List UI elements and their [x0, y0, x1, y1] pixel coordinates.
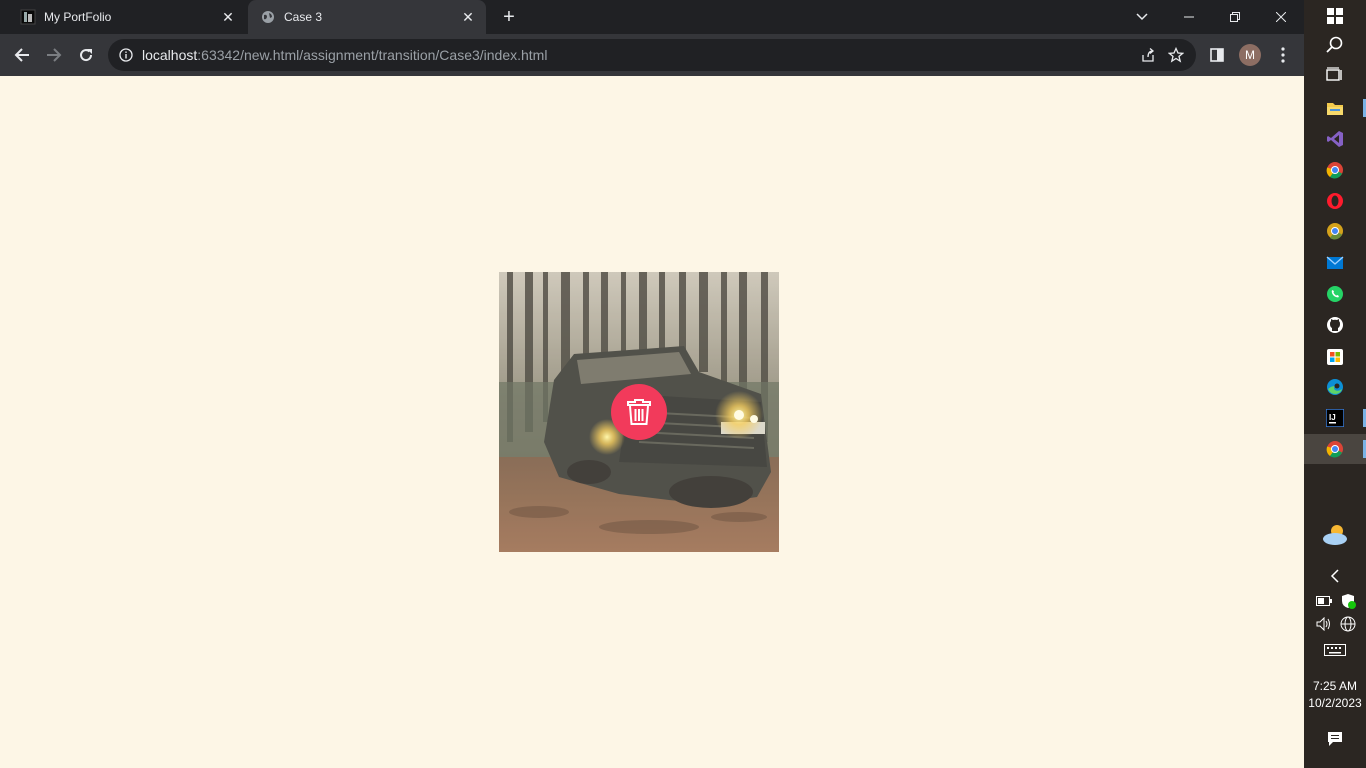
close-icon[interactable]: ✕ — [458, 7, 478, 27]
chrome-active-icon[interactable] — [1323, 437, 1347, 461]
page-viewport — [0, 76, 1304, 768]
clock[interactable]: 7:25 AM 10/2/2023 — [1304, 678, 1366, 712]
intellij-icon[interactable]: IJ — [1323, 406, 1347, 430]
security-shield-icon[interactable] — [1336, 589, 1360, 613]
minimize-icon[interactable] — [1166, 0, 1212, 34]
microsoft-store-icon[interactable] — [1323, 345, 1347, 369]
side-panel-icon[interactable] — [1201, 39, 1233, 71]
battery-icon[interactable] — [1312, 589, 1336, 613]
browser-window: My PortFolio ✕ Case 3 ✕ + localhost:6334… — [0, 0, 1304, 768]
svg-text:IJ: IJ — [1329, 413, 1336, 422]
keyboard-icon[interactable] — [1323, 638, 1347, 662]
tab-title: Case 3 — [284, 10, 323, 24]
network-globe-icon[interactable] — [1336, 612, 1360, 636]
tab-my-portfolio[interactable]: My PortFolio ✕ — [8, 0, 246, 34]
site-info-icon[interactable] — [118, 47, 134, 63]
portfolio-favicon-icon — [20, 9, 36, 25]
url-text: localhost:63342/new.html/assignment/tran… — [142, 47, 1134, 63]
task-view-icon[interactable] — [1323, 63, 1347, 87]
clock-time: 7:25 AM — [1312, 679, 1358, 693]
weather-cloud-icon[interactable] — [1320, 520, 1350, 550]
new-tab-button[interactable]: + — [497, 5, 521, 29]
opera-icon[interactable] — [1323, 189, 1347, 213]
globe-icon — [260, 9, 276, 25]
tab-search-chevron-icon[interactable] — [1130, 5, 1154, 29]
restore-icon[interactable] — [1212, 0, 1258, 34]
search-icon[interactable] — [1323, 33, 1347, 57]
jeep-photo-card[interactable] — [499, 272, 779, 552]
address-bar[interactable]: localhost:63342/new.html/assignment/tran… — [108, 39, 1196, 71]
reload-icon[interactable] — [70, 39, 102, 71]
close-window-icon[interactable] — [1258, 0, 1304, 34]
mail-icon[interactable] — [1323, 251, 1347, 275]
chevron-left-icon[interactable] — [1323, 564, 1347, 588]
tab-case-3[interactable]: Case 3 ✕ — [248, 0, 486, 34]
url-host: localhost — [142, 47, 198, 63]
tab-title: My PortFolio — [44, 10, 112, 24]
window-controls — [1166, 0, 1304, 34]
chrome-icon[interactable] — [1323, 158, 1347, 182]
speaker-icon[interactable] — [1312, 612, 1336, 636]
bookmark-star-icon[interactable] — [1162, 41, 1190, 69]
menu-kebab-icon[interactable] — [1267, 39, 1299, 71]
windows-taskbar: IJ 7:25 AM 10/2/2023 — [1304, 0, 1366, 768]
profile-avatar[interactable]: M — [1239, 44, 1261, 66]
chrome-canary-icon[interactable] — [1323, 219, 1347, 243]
windows-start-icon[interactable] — [1323, 4, 1347, 28]
file-explorer-icon[interactable] — [1323, 96, 1347, 120]
github-icon[interactable] — [1323, 313, 1347, 337]
url-path: :63342/new.html/assignment/transition/Ca… — [197, 47, 548, 63]
clock-date: 10/2/2023 — [1308, 696, 1362, 710]
close-icon[interactable]: ✕ — [218, 7, 238, 27]
share-icon[interactable] — [1134, 41, 1162, 69]
forward-arrow-icon[interactable] — [38, 39, 70, 71]
whatsapp-icon[interactable] — [1323, 282, 1347, 306]
trash-icon — [626, 398, 652, 426]
back-arrow-icon[interactable] — [6, 39, 38, 71]
visual-studio-icon[interactable] — [1323, 127, 1347, 151]
delete-button[interactable] — [611, 384, 667, 440]
notification-icon[interactable] — [1323, 727, 1347, 751]
browser-toolbar: localhost:63342/new.html/assignment/tran… — [0, 34, 1304, 76]
tab-strip: My PortFolio ✕ Case 3 ✕ + — [0, 0, 1304, 34]
edge-icon[interactable] — [1323, 375, 1347, 399]
